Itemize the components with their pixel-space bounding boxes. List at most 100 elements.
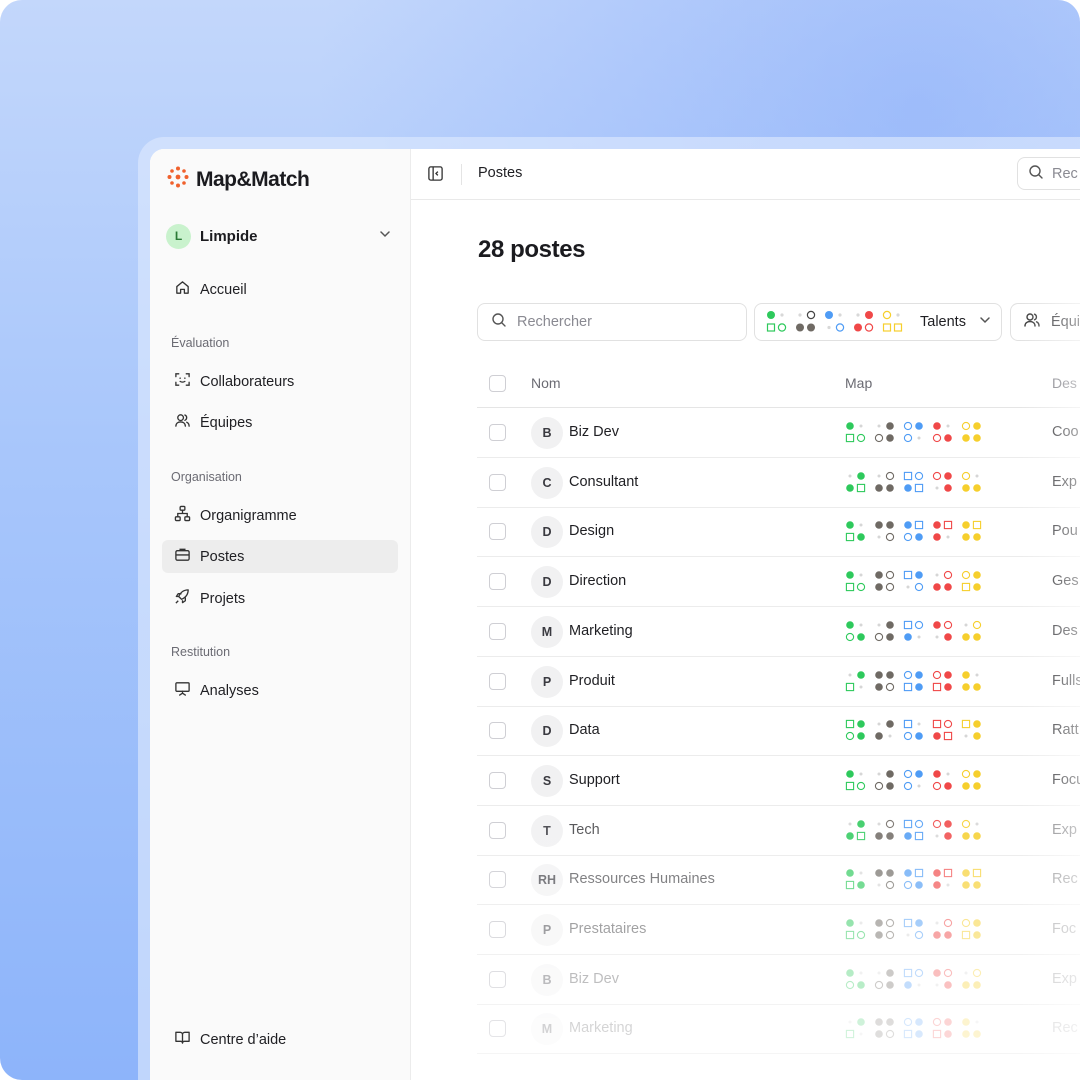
row-name[interactable]: Tech bbox=[569, 822, 600, 838]
talent-map-icon bbox=[845, 421, 981, 443]
row-checkbox[interactable] bbox=[489, 722, 506, 740]
table-row[interactable]: M Marketing Des bbox=[477, 607, 1080, 657]
row-description: Focu bbox=[1052, 771, 1080, 788]
users-icon bbox=[1023, 311, 1041, 333]
sidebar-item-accueil[interactable]: Accueil bbox=[162, 273, 398, 306]
talent-map-icon bbox=[845, 1018, 981, 1039]
row-name[interactable]: Prestataires bbox=[569, 921, 646, 937]
table-row[interactable]: S Support Focu bbox=[477, 756, 1080, 806]
briefcase-icon bbox=[174, 546, 191, 567]
avatar: M bbox=[531, 1013, 563, 1046]
section-title-restitution: Restitution bbox=[171, 645, 231, 659]
sidebar-item-postes[interactable]: Postes bbox=[162, 540, 398, 573]
org-chart-icon bbox=[174, 505, 191, 526]
search-icon bbox=[1028, 164, 1044, 184]
row-name[interactable]: Consultant bbox=[569, 474, 638, 490]
row-name[interactable]: Direction bbox=[569, 573, 626, 589]
topbar: Postes Rec bbox=[411, 149, 1080, 200]
column-header-map[interactable]: Map bbox=[845, 375, 872, 391]
row-checkbox[interactable] bbox=[489, 821, 506, 839]
sidebar-item-label: Analyses bbox=[200, 682, 259, 699]
row-description: Coo bbox=[1052, 424, 1079, 440]
table-row[interactable]: D Direction Ges bbox=[477, 557, 1080, 608]
sidebar-item-analyses[interactable]: Analyses bbox=[162, 674, 398, 707]
sidebar-item-label: Postes bbox=[200, 548, 245, 565]
row-description: Pou bbox=[1052, 523, 1078, 540]
help-center-link[interactable]: Centre d’aide bbox=[174, 1029, 286, 1050]
row-checkbox[interactable] bbox=[489, 672, 506, 690]
sidebar-item-projets[interactable]: Projets bbox=[162, 582, 398, 615]
avatar: M bbox=[531, 615, 563, 648]
row-description: Exp bbox=[1052, 970, 1077, 987]
row-checkbox[interactable] bbox=[489, 573, 506, 591]
table-row[interactable]: P Prestataires Foc bbox=[477, 905, 1080, 955]
select-all-checkbox[interactable] bbox=[489, 375, 506, 392]
table-row[interactable]: T Tech Exp bbox=[477, 806, 1080, 856]
page-title: 28 postes bbox=[478, 236, 586, 263]
row-description: Ges bbox=[1052, 573, 1079, 590]
presentation-icon bbox=[174, 680, 191, 701]
row-name[interactable]: Marketing bbox=[569, 1020, 633, 1036]
sidebar-item-organigramme[interactable]: Organigramme bbox=[162, 499, 398, 532]
talent-map-icon bbox=[845, 918, 981, 940]
search-input[interactable]: Rechercher bbox=[477, 303, 747, 341]
row-checkbox[interactable] bbox=[489, 523, 506, 541]
face-scan-icon bbox=[174, 371, 191, 392]
row-description: Rec bbox=[1052, 871, 1078, 888]
talent-map-icon bbox=[845, 521, 982, 542]
avatar: C bbox=[531, 466, 563, 499]
row-name[interactable]: Produit bbox=[569, 673, 615, 689]
row-checkbox[interactable] bbox=[489, 424, 506, 441]
sidebar-item-label: Collaborateurs bbox=[200, 373, 295, 390]
row-name[interactable]: Biz Dev bbox=[569, 971, 619, 987]
global-search-input[interactable]: Rec bbox=[1017, 157, 1080, 190]
book-icon bbox=[174, 1029, 191, 1050]
column-header-nom[interactable]: Nom bbox=[531, 375, 561, 391]
row-checkbox[interactable] bbox=[489, 1020, 506, 1038]
equipes-filter-label: Équi bbox=[1051, 314, 1080, 330]
table-row[interactable]: B Biz Dev Exp bbox=[477, 955, 1080, 1005]
table-row[interactable]: D Data Ratt bbox=[477, 706, 1080, 757]
section-title-organisation: Organisation bbox=[171, 470, 242, 484]
table-row[interactable]: RH Ressources Humaines Rec bbox=[477, 855, 1080, 906]
row-name[interactable]: Marketing bbox=[569, 623, 633, 639]
row-name[interactable]: Ressources Humaines bbox=[569, 871, 715, 887]
sidebar-toggle-icon[interactable] bbox=[427, 165, 444, 187]
row-checkbox[interactable] bbox=[489, 473, 506, 491]
row-checkbox[interactable] bbox=[489, 921, 506, 938]
row-name[interactable]: Data bbox=[569, 722, 600, 738]
row-description: Fulls bbox=[1052, 672, 1080, 689]
row-description: Des bbox=[1052, 622, 1078, 639]
table-row[interactable]: D Design Pou bbox=[477, 507, 1080, 558]
talent-map-icon bbox=[845, 620, 982, 641]
row-checkbox[interactable] bbox=[489, 970, 506, 988]
row-name[interactable]: Support bbox=[569, 772, 620, 788]
row-checkbox[interactable] bbox=[489, 622, 506, 640]
equipes-filter-dropdown[interactable]: Équi bbox=[1010, 303, 1080, 341]
table-row[interactable]: C Consultant Exp bbox=[477, 458, 1080, 508]
row-name[interactable]: Design bbox=[569, 523, 614, 539]
sidebar-item-equipes[interactable]: Équipes bbox=[162, 406, 398, 439]
avatar: P bbox=[531, 665, 563, 698]
avatar: P bbox=[531, 914, 563, 946]
row-checkbox[interactable] bbox=[489, 771, 506, 789]
table-row[interactable]: B Biz Dev Coo bbox=[477, 408, 1080, 458]
sidebar-item-label: Organigramme bbox=[200, 507, 297, 524]
talent-map-icon bbox=[845, 869, 982, 890]
table-header: Nom Map Des bbox=[477, 359, 1080, 408]
table-row[interactable]: P Produit Fulls bbox=[477, 657, 1080, 707]
search-placeholder: Rechercher bbox=[517, 314, 592, 330]
avatar: D bbox=[531, 715, 563, 748]
column-header-description[interactable]: Des bbox=[1052, 375, 1077, 391]
logo[interactable]: Map&Match bbox=[166, 165, 310, 194]
avatar: B bbox=[531, 417, 563, 449]
avatar: RH bbox=[531, 864, 563, 897]
divider bbox=[461, 164, 462, 185]
row-name[interactable]: Biz Dev bbox=[569, 424, 619, 440]
table-row[interactable]: M Marketing Rec bbox=[477, 1004, 1080, 1055]
sidebar-item-collaborateurs[interactable]: Collaborateurs bbox=[162, 365, 398, 398]
talents-filter-dropdown[interactable]: Talents bbox=[754, 303, 1002, 341]
row-checkbox[interactable] bbox=[489, 871, 506, 889]
talent-map-icon bbox=[845, 720, 981, 741]
workspace-switcher[interactable]: L Limpide bbox=[166, 222, 392, 250]
